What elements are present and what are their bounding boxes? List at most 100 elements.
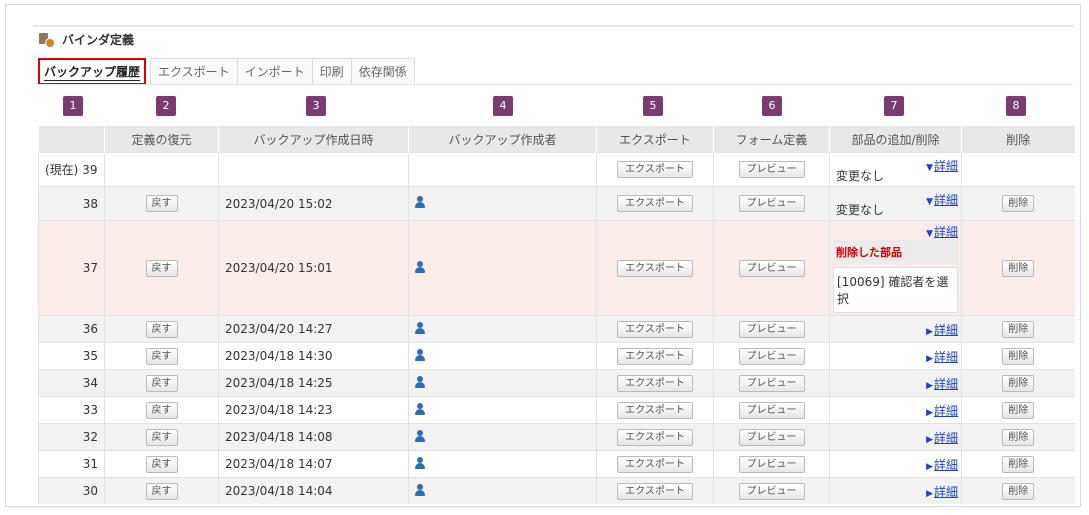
col-header-created-at: バックアップ作成日時 xyxy=(218,126,409,153)
delete-button[interactable]: 削除 xyxy=(1002,374,1035,392)
table-row: 34 戻す 2023/04/18 14:25 エクスポート プレビュー ▶詳細 … xyxy=(38,369,1075,397)
user-icon[interactable] xyxy=(415,483,425,496)
tab-dependencies[interactable]: 依存関係 xyxy=(351,58,415,85)
preview-button[interactable]: プレビュー xyxy=(738,428,805,446)
detail-link[interactable]: 詳細 xyxy=(934,350,958,364)
restore-button[interactable]: 戻す xyxy=(145,347,178,365)
preview-button[interactable]: プレビュー xyxy=(738,482,805,500)
callout-badge-7: 7 xyxy=(884,96,904,116)
export-button[interactable]: エクスポート xyxy=(617,428,693,446)
detail-link[interactable]: 詳細 xyxy=(934,404,958,418)
restore-button[interactable]: 戻す xyxy=(145,374,178,392)
preview-button[interactable]: プレビュー xyxy=(738,195,805,212)
delete-button[interactable]: 削除 xyxy=(1002,259,1035,277)
tab-import[interactable]: インポート xyxy=(237,58,313,85)
user-icon[interactable] xyxy=(415,375,425,388)
detail-link[interactable]: 詳細 xyxy=(934,431,958,445)
preview-button[interactable]: プレビュー xyxy=(738,401,805,419)
created-at: 2023/04/20 14:27 xyxy=(218,315,409,343)
preview-button[interactable]: プレビュー xyxy=(738,347,805,365)
detail-link[interactable]: 詳細 xyxy=(934,323,958,337)
tab-export[interactable]: エクスポート xyxy=(150,58,238,85)
backup-history-table: 定義の復元 バックアップ作成日時 バックアップ作成者 エクスポート フォーム定義… xyxy=(38,126,1075,504)
col-header-restore: 定義の復元 xyxy=(104,126,219,153)
created-at xyxy=(218,152,409,187)
user-icon[interactable] xyxy=(415,196,425,208)
tab-print[interactable]: 印刷 xyxy=(312,58,352,85)
created-at: 2023/04/18 14:25 xyxy=(218,369,409,397)
caret-down-icon: ▼ xyxy=(926,163,933,173)
version-number: 36 xyxy=(38,315,105,343)
restore-button[interactable]: 戻す xyxy=(145,428,178,446)
caret-right-icon: ▶ xyxy=(926,461,933,472)
deleted-parts-heading: 削除した部品 xyxy=(833,240,958,264)
export-button[interactable]: エクスポート xyxy=(617,482,693,500)
restore-button[interactable]: 戻す xyxy=(145,320,178,338)
restore-button[interactable]: 戻す xyxy=(145,482,178,500)
caret-down-icon: ▼ xyxy=(926,197,933,207)
export-button[interactable]: エクスポート xyxy=(617,259,693,277)
preview-button[interactable]: プレビュー xyxy=(738,455,805,473)
restore-cell xyxy=(104,152,219,187)
delete-button[interactable]: 削除 xyxy=(1002,401,1035,419)
callout-badge-5: 5 xyxy=(643,96,663,116)
caret-right-icon: ▶ xyxy=(926,326,933,337)
restore-button[interactable]: 戻す xyxy=(145,259,178,277)
tab-bar: バックアップ履歴 エクスポート インポート 印刷 依存関係 xyxy=(38,58,415,85)
preview-button[interactable]: プレビュー xyxy=(738,259,805,277)
col-header-export: エクスポート xyxy=(596,126,714,153)
table-row: 35 戻す 2023/04/18 14:30 エクスポート プレビュー ▶詳細 … xyxy=(38,342,1075,370)
delete-button[interactable]: 削除 xyxy=(1002,455,1035,473)
detail-link[interactable]: 詳細 xyxy=(934,485,958,499)
caret-down-icon: ▼ xyxy=(926,229,933,239)
user-icon[interactable] xyxy=(415,429,425,442)
caret-right-icon: ▶ xyxy=(926,434,933,445)
callout-badge-2: 2 xyxy=(156,96,176,116)
user-icon[interactable] xyxy=(415,456,425,469)
tab-backup-history[interactable]: バックアップ履歴 xyxy=(38,58,147,85)
detail-link[interactable]: 詳細 xyxy=(934,377,958,391)
restore-button[interactable]: 戻す xyxy=(145,195,178,212)
delete-button[interactable]: 削除 xyxy=(1002,428,1035,446)
export-button[interactable]: エクスポート xyxy=(617,374,693,392)
export-button[interactable]: エクスポート xyxy=(617,161,693,178)
table-row: 33 戻す 2023/04/18 14:23 エクスポート プレビュー ▶詳細 … xyxy=(38,396,1075,424)
delete-button[interactable]: 削除 xyxy=(1002,482,1035,500)
preview-button[interactable]: プレビュー xyxy=(738,161,805,178)
export-button[interactable]: エクスポート xyxy=(617,347,693,365)
detail-link[interactable]: 詳細 xyxy=(934,225,958,239)
version-number: 30 xyxy=(38,477,105,504)
parts-cell: ▼詳細 変更なし xyxy=(829,186,962,221)
preview-button[interactable]: プレビュー xyxy=(738,374,805,392)
table-header-row: 定義の復元 バックアップ作成日時 バックアップ作成者 エクスポート フォーム定義… xyxy=(38,126,1075,153)
user-icon[interactable] xyxy=(415,348,425,361)
detail-link[interactable]: 詳細 xyxy=(934,159,958,173)
user-icon[interactable] xyxy=(415,260,425,273)
version-number: 35 xyxy=(38,342,105,370)
export-button[interactable]: エクスポート xyxy=(617,455,693,473)
delete-button[interactable]: 削除 xyxy=(1002,320,1035,338)
detail-link[interactable]: 詳細 xyxy=(934,193,958,207)
restore-button[interactable]: 戻す xyxy=(145,455,178,473)
export-button[interactable]: エクスポート xyxy=(617,320,693,338)
export-button[interactable]: エクスポート xyxy=(617,401,693,419)
user-icon[interactable] xyxy=(415,402,425,415)
export-button[interactable]: エクスポート xyxy=(617,195,693,212)
delete-button[interactable]: 削除 xyxy=(1002,347,1035,365)
version-number: 33 xyxy=(38,396,105,424)
col-header-delete: 削除 xyxy=(961,126,1075,153)
restore-button[interactable]: 戻す xyxy=(145,401,178,419)
detail-link[interactable]: 詳細 xyxy=(934,458,958,472)
created-at: 2023/04/18 14:30 xyxy=(218,342,409,370)
user-icon[interactable] xyxy=(415,321,425,334)
table-row: (現在) 39 エクスポート プレビュー ▼詳細 変更なし xyxy=(38,152,1075,187)
version-number: 34 xyxy=(38,369,105,397)
delete-button[interactable]: 削除 xyxy=(1002,195,1035,212)
callout-badge-6: 6 xyxy=(762,96,782,116)
col-header-parts-changes: 部品の追加/削除 xyxy=(829,126,962,153)
callout-badge-8: 8 xyxy=(1006,96,1026,116)
callout-badge-4: 4 xyxy=(493,96,513,116)
preview-button[interactable]: プレビュー xyxy=(738,320,805,338)
table-row: 30 戻す 2023/04/18 14:04 エクスポート プレビュー ▶詳細 … xyxy=(38,477,1075,504)
deleted-part-item: [10069] 確認者を選択 xyxy=(833,267,958,313)
